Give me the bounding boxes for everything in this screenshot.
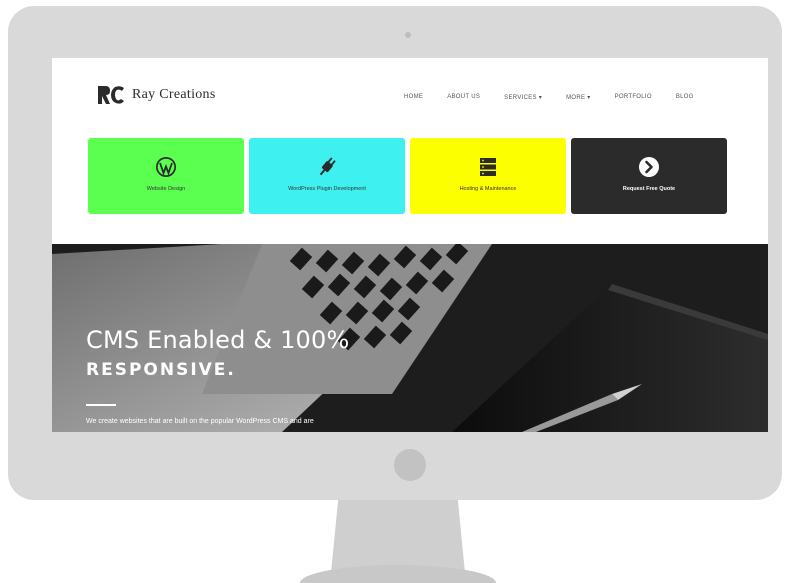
feature-tiles: Website Design WordPress Plugin Developm… [88,138,730,214]
tile-hosting-maintenance[interactable]: Hosting & Maintenance [410,138,566,214]
nav-item-portfolio[interactable]: Portfolio [615,94,652,101]
hero-description: We create websites that are built on the… [86,418,314,425]
logo-mark-icon [98,86,124,104]
tile-request-quote[interactable]: Request Free Quote [571,138,727,214]
nav-item-services[interactable]: Services ▾ [504,94,542,101]
monitor-stand-base [300,565,496,583]
tile-label: Website Design [146,186,186,192]
monitor-frame: Ray Creations Home About Us Services ▾ M… [8,6,782,500]
wordpress-icon [156,157,176,177]
screen: Ray Creations Home About Us Services ▾ M… [52,58,768,432]
hero-banner: CMS Enabled & 100% RESPONSIVE. We create… [52,244,768,432]
hero-divider [86,404,116,406]
nav-item-more[interactable]: More ▾ [566,94,590,101]
monitor-home-button [394,449,426,481]
tile-label: Hosting & Maintenance [459,186,517,192]
main-nav: Home About Us Services ▾ More ▾ Portfoli… [404,94,694,101]
tile-label: Request Free Quote [622,186,676,192]
logo[interactable]: Ray Creations [96,84,216,106]
tile-plugin-development[interactable]: WordPress Plugin Development [249,138,405,214]
hero-subtitle: RESPONSIVE. [86,360,236,380]
nav-item-home[interactable]: Home [404,94,423,101]
server-icon [480,158,496,176]
brand-name: Ray Creations [132,87,216,102]
nav-item-about-us[interactable]: About Us [447,94,480,101]
tile-label: WordPress Plugin Development [288,186,366,192]
arrow-right-circle-icon [639,157,659,177]
camera-dot [405,32,411,38]
plug-icon [319,157,336,176]
site-header: Ray Creations Home About Us Services ▾ M… [52,58,768,138]
tile-website-design[interactable]: Website Design [88,138,244,214]
nav-item-blog[interactable]: Blog [676,94,694,101]
hero-title: CMS Enabled & 100% [86,326,350,354]
